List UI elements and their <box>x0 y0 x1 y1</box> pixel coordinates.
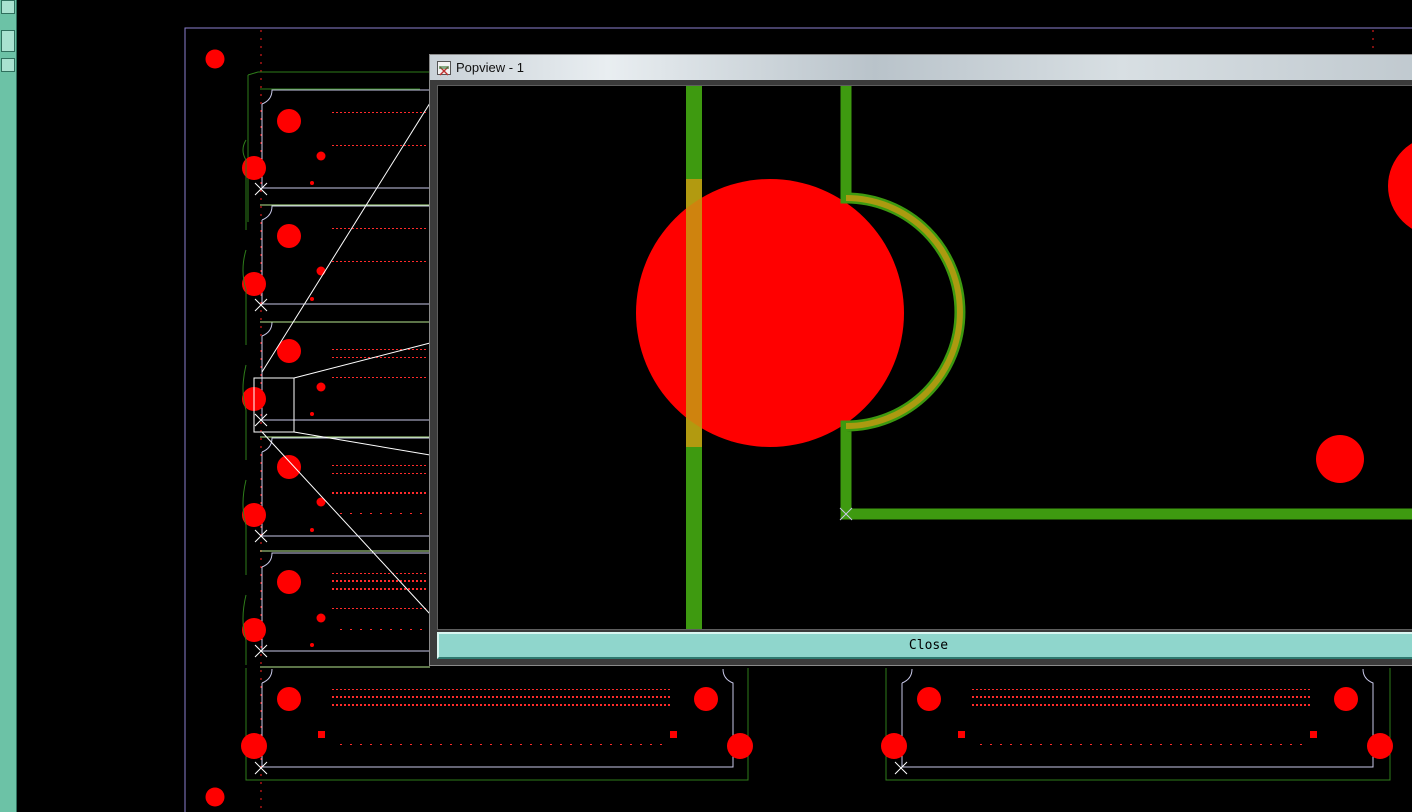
x-cross-icon <box>254 761 268 775</box>
pcb-editor-workspace[interactable]: Popview - 1 Close <box>0 0 1412 812</box>
footprint-bottom-right[interactable] <box>881 668 1393 781</box>
footprint-row-3[interactable] <box>242 321 430 427</box>
trace-overlap <box>686 179 702 447</box>
popview-title-bar[interactable]: Popview - 1 <box>430 55 1412 80</box>
footprint-bottom-left[interactable] <box>241 668 753 781</box>
fiducial-pad <box>205 787 225 807</box>
zoom-guide-line <box>293 342 431 379</box>
silk-line <box>260 204 430 668</box>
zoom-guide-line <box>293 431 431 456</box>
x-cross-icon <box>894 761 908 775</box>
footprint-row-4[interactable] <box>242 437 430 543</box>
small-pad <box>1316 435 1364 483</box>
popview-window[interactable]: Popview - 1 Close <box>429 54 1412 666</box>
footprint-row-5[interactable] <box>242 552 430 658</box>
footprint-row-2[interactable] <box>242 205 430 312</box>
courtyard-outline <box>247 71 430 76</box>
window-app-icon <box>437 61 451 76</box>
large-pad <box>636 179 904 447</box>
popview-title: Popview - 1 <box>456 60 524 75</box>
x-cross-icon <box>254 298 268 312</box>
close-button[interactable]: Close <box>437 632 1412 659</box>
x-cross-icon <box>254 182 268 196</box>
fiducial-pad <box>205 49 225 69</box>
popview-zoom-canvas[interactable] <box>437 85 1412 630</box>
